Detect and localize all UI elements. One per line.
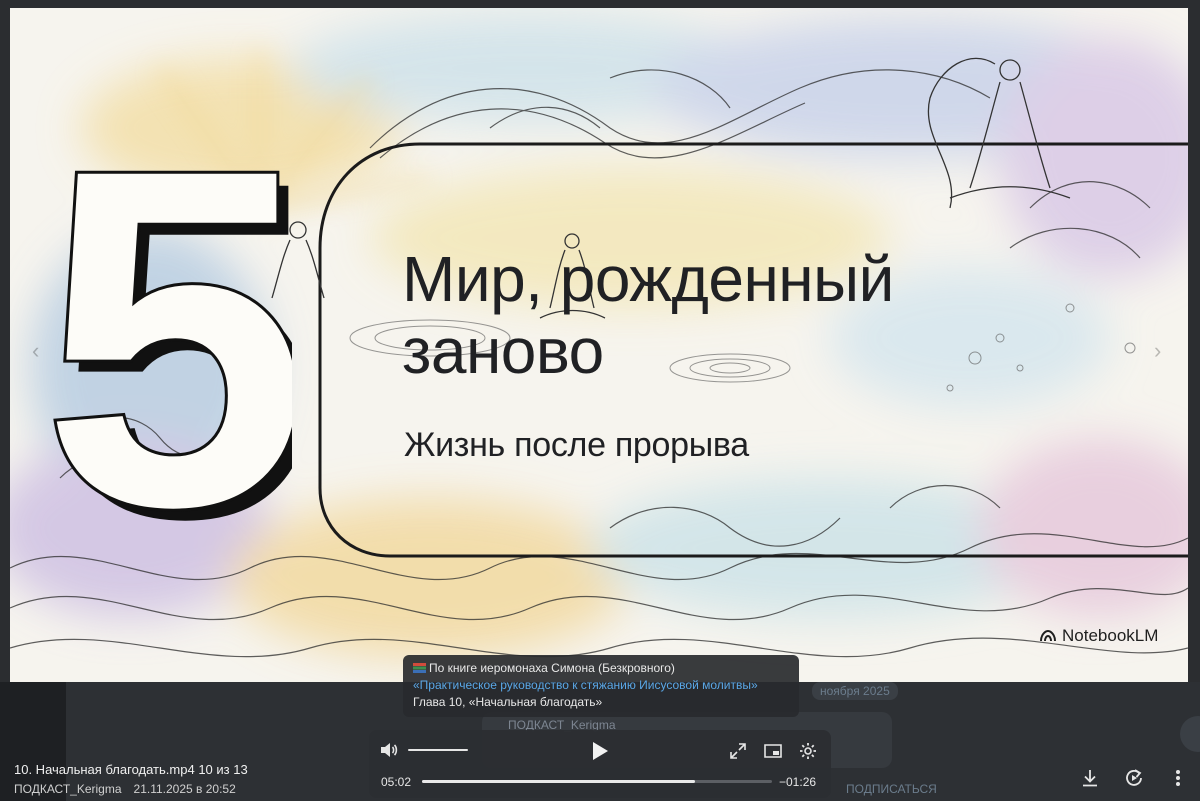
progress-bar[interactable] (422, 780, 772, 783)
current-time: 05:02 (381, 775, 412, 789)
progress-fill (422, 780, 695, 783)
volume-slider[interactable] (408, 749, 468, 751)
more-icon (1176, 770, 1180, 786)
slide-number-graphic: 5 5 (42, 138, 292, 538)
play-button[interactable] (587, 738, 613, 764)
caption-book-link[interactable]: «Практическое руководство к стяжанию Иис… (413, 677, 789, 694)
media-title: 10. Начальная благодать.mp4 10 из 13 (14, 762, 248, 777)
media-channel[interactable]: ПОДКАСТ_Kerigma (14, 782, 122, 796)
forward-icon (1126, 769, 1142, 786)
media-meta: ПОДКАСТ_Kerigma 21.11.2025 в 20:52 (14, 782, 236, 796)
download-button[interactable] (1078, 766, 1102, 790)
background-subscribe: ПОДПИСАТЬСЯ (846, 782, 937, 796)
media-filename: 10. Начальная благодать.mp4 (14, 762, 195, 777)
slide-subtitle: Жизнь после прорыва (404, 426, 749, 464)
forward-button[interactable] (1122, 766, 1146, 790)
slide-title: Мир, рожденный заново (402, 243, 894, 387)
fullscreen-icon (730, 743, 746, 759)
media-viewer: ноября 2025 ПОДКАСТ_Kerigma ПОДПИСАТЬСЯ (0, 0, 1200, 801)
media-position: 10 из 13 (198, 762, 248, 777)
brand-label: NotebookLM (1062, 626, 1159, 645)
more-button[interactable] (1166, 766, 1190, 790)
settings-button[interactable] (797, 740, 819, 762)
fullscreen-button[interactable] (727, 740, 749, 762)
settings-icon (800, 743, 816, 759)
prev-chevron-icon: ‹ (32, 338, 40, 363)
volume-button[interactable] (379, 740, 399, 760)
books-icon (413, 663, 426, 673)
slide-number: 5 (42, 138, 292, 538)
picture-in-picture-icon (764, 744, 782, 758)
caption-line-3: Глава 10, «Начальная благодать» (413, 695, 603, 709)
caption-line-1: По книге иеромонаха Симона (Безкровного) (413, 660, 789, 677)
player-controls: 05:02 −01:26 (369, 730, 831, 798)
remaining-time: −01:26 (779, 775, 817, 789)
notebooklm-logo-icon (1040, 630, 1056, 642)
next-chevron-icon: › (1154, 338, 1162, 363)
download-icon (1083, 770, 1097, 787)
picture-in-picture-button[interactable] (762, 740, 784, 762)
date-badge: ноября 2025 (812, 682, 898, 700)
video-frame[interactable]: 5 5 Мир, рожденный заново Жизнь после пр… (10, 8, 1188, 682)
media-date: 21.11.2025 в 20:52 (133, 782, 236, 796)
media-caption: По книге иеромонаха Симона (Безкровного)… (403, 655, 799, 717)
play-icon (593, 742, 608, 760)
notebooklm-brand: NotebookLM (1040, 626, 1158, 646)
volume-icon (381, 743, 398, 757)
